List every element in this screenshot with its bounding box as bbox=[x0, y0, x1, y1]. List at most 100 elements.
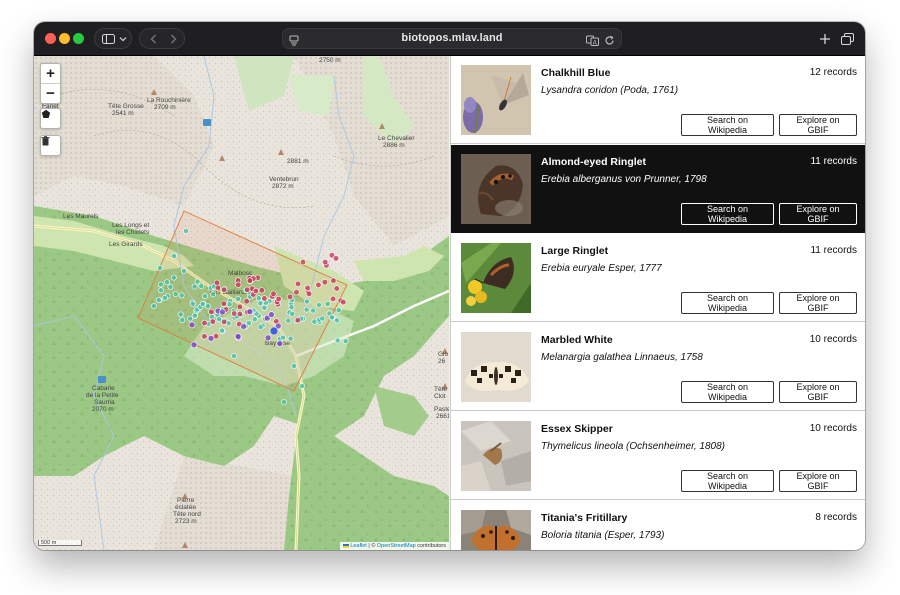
observation-marker[interactable] bbox=[234, 333, 242, 340]
map-view[interactable]: 2750 m Tête Grosse 2541 m La Rouchinière… bbox=[34, 56, 449, 550]
explore-gbif-button[interactable]: Explore on GBIF bbox=[779, 114, 857, 136]
minimize-window-button[interactable] bbox=[59, 33, 70, 44]
species-card[interactable]: Chalkhill Blue 12 records Lysandra corid… bbox=[451, 56, 865, 144]
observation-marker[interactable] bbox=[304, 284, 311, 292]
observation-marker[interactable] bbox=[333, 317, 340, 324]
trash-icon[interactable] bbox=[41, 136, 60, 155]
polygon-icon[interactable] bbox=[41, 109, 60, 128]
close-window-button[interactable] bbox=[45, 33, 56, 44]
observation-marker[interactable] bbox=[235, 295, 242, 302]
observation-marker[interactable] bbox=[306, 290, 313, 297]
observation-marker[interactable] bbox=[252, 287, 259, 295]
observation-marker[interactable] bbox=[189, 300, 196, 307]
translate-icon[interactable]: A bbox=[586, 33, 599, 51]
back-arrow-icon[interactable] bbox=[144, 29, 162, 48]
observation-marker[interactable] bbox=[280, 334, 286, 341]
observation-marker[interactable] bbox=[261, 304, 268, 311]
observation-marker[interactable] bbox=[246, 277, 253, 284]
observation-marker[interactable] bbox=[287, 335, 294, 342]
observation-marker[interactable] bbox=[303, 306, 310, 313]
observation-marker[interactable] bbox=[155, 297, 162, 303]
observation-marker[interactable] bbox=[299, 383, 305, 389]
reload-icon[interactable] bbox=[604, 33, 615, 51]
observation-marker[interactable] bbox=[257, 300, 264, 307]
observation-marker[interactable] bbox=[258, 287, 265, 294]
observation-marker[interactable] bbox=[244, 286, 251, 293]
observation-marker[interactable] bbox=[334, 337, 341, 344]
observation-marker[interactable] bbox=[204, 303, 211, 309]
fullscreen-window-button[interactable] bbox=[73, 33, 84, 44]
observation-marker[interactable] bbox=[333, 285, 340, 292]
observation-marker[interactable] bbox=[245, 320, 252, 326]
observation-marker[interactable] bbox=[221, 318, 228, 326]
observation-marker[interactable] bbox=[268, 311, 275, 318]
observation-marker[interactable] bbox=[216, 316, 222, 322]
observation-marker[interactable] bbox=[294, 317, 302, 324]
observation-marker[interactable] bbox=[299, 259, 307, 266]
observation-marker[interactable] bbox=[235, 281, 242, 288]
search-wikipedia-button[interactable]: Search on Wikipedia bbox=[681, 114, 774, 136]
observation-marker[interactable] bbox=[330, 295, 337, 302]
observation-marker[interactable] bbox=[246, 308, 254, 315]
observation-marker[interactable] bbox=[319, 315, 326, 322]
explore-gbif-button[interactable]: Explore on GBIF bbox=[779, 203, 857, 225]
search-wikipedia-button[interactable]: Search on Wikipedia bbox=[681, 470, 774, 492]
observation-marker[interactable] bbox=[240, 323, 247, 330]
observation-marker[interactable] bbox=[219, 308, 226, 316]
observation-marker[interactable] bbox=[171, 253, 177, 259]
zoom-out-button[interactable]: − bbox=[41, 83, 60, 103]
observation-marker[interactable] bbox=[162, 294, 168, 301]
observation-marker[interactable] bbox=[257, 324, 264, 330]
observation-marker[interactable] bbox=[221, 286, 228, 293]
observation-marker[interactable] bbox=[295, 280, 302, 287]
observation-marker[interactable] bbox=[276, 340, 284, 347]
observation-marker[interactable] bbox=[181, 268, 187, 274]
observation-marker[interactable] bbox=[236, 310, 243, 318]
observation-marker[interactable] bbox=[288, 304, 295, 310]
observation-marker[interactable] bbox=[243, 298, 250, 305]
species-list[interactable]: Chalkhill Blue 12 records Lysandra corid… bbox=[450, 56, 865, 550]
explore-gbif-button[interactable]: Explore on GBIF bbox=[779, 470, 857, 492]
sidebar-icon[interactable] bbox=[98, 29, 118, 48]
observation-marker[interactable] bbox=[286, 293, 294, 300]
new-tab-icon[interactable] bbox=[819, 32, 831, 50]
observation-marker[interactable] bbox=[281, 399, 287, 405]
observation-marker[interactable] bbox=[183, 228, 189, 234]
observation-marker[interactable] bbox=[218, 327, 225, 334]
forward-arrow-icon[interactable] bbox=[164, 29, 182, 48]
observation-marker[interactable] bbox=[209, 318, 216, 325]
observation-marker[interactable] bbox=[202, 293, 208, 300]
search-wikipedia-button[interactable]: Search on Wikipedia bbox=[681, 381, 774, 403]
observation-marker[interactable] bbox=[251, 316, 258, 323]
species-card-selected[interactable]: Almond-eyed Ringlet 11 records Erebia al… bbox=[451, 145, 865, 233]
observation-marker[interactable] bbox=[269, 326, 279, 336]
observation-marker[interactable] bbox=[291, 363, 297, 369]
observation-marker[interactable] bbox=[316, 302, 322, 308]
species-card[interactable]: Large Ringlet 11 records Erebia euryale … bbox=[451, 234, 865, 322]
observation-marker[interactable] bbox=[151, 303, 157, 309]
search-wikipedia-button[interactable]: Search on Wikipedia bbox=[681, 203, 774, 225]
observation-marker[interactable] bbox=[340, 299, 347, 306]
observation-marker[interactable] bbox=[164, 279, 170, 285]
observation-marker[interactable] bbox=[342, 338, 349, 345]
observation-marker[interactable] bbox=[178, 292, 185, 299]
observation-marker[interactable] bbox=[275, 295, 282, 303]
observation-marker[interactable] bbox=[261, 295, 268, 302]
observation-marker[interactable] bbox=[201, 333, 208, 340]
observation-marker[interactable] bbox=[330, 277, 337, 284]
observation-marker[interactable] bbox=[293, 289, 300, 296]
zoom-in-button[interactable]: + bbox=[41, 64, 60, 83]
observation-marker[interactable] bbox=[208, 313, 215, 320]
observation-marker[interactable] bbox=[322, 259, 329, 266]
observation-marker[interactable] bbox=[157, 281, 164, 288]
observation-marker[interactable] bbox=[157, 265, 163, 271]
explore-gbif-button[interactable]: Explore on GBIF bbox=[779, 292, 857, 314]
observation-marker[interactable] bbox=[208, 308, 215, 315]
observation-marker[interactable] bbox=[255, 295, 262, 302]
observation-marker[interactable] bbox=[191, 312, 198, 319]
observation-marker[interactable] bbox=[198, 283, 205, 289]
observation-marker[interactable] bbox=[201, 319, 208, 327]
observation-marker[interactable] bbox=[285, 317, 292, 324]
observation-marker[interactable] bbox=[167, 283, 174, 290]
observation-marker[interactable] bbox=[214, 284, 221, 291]
